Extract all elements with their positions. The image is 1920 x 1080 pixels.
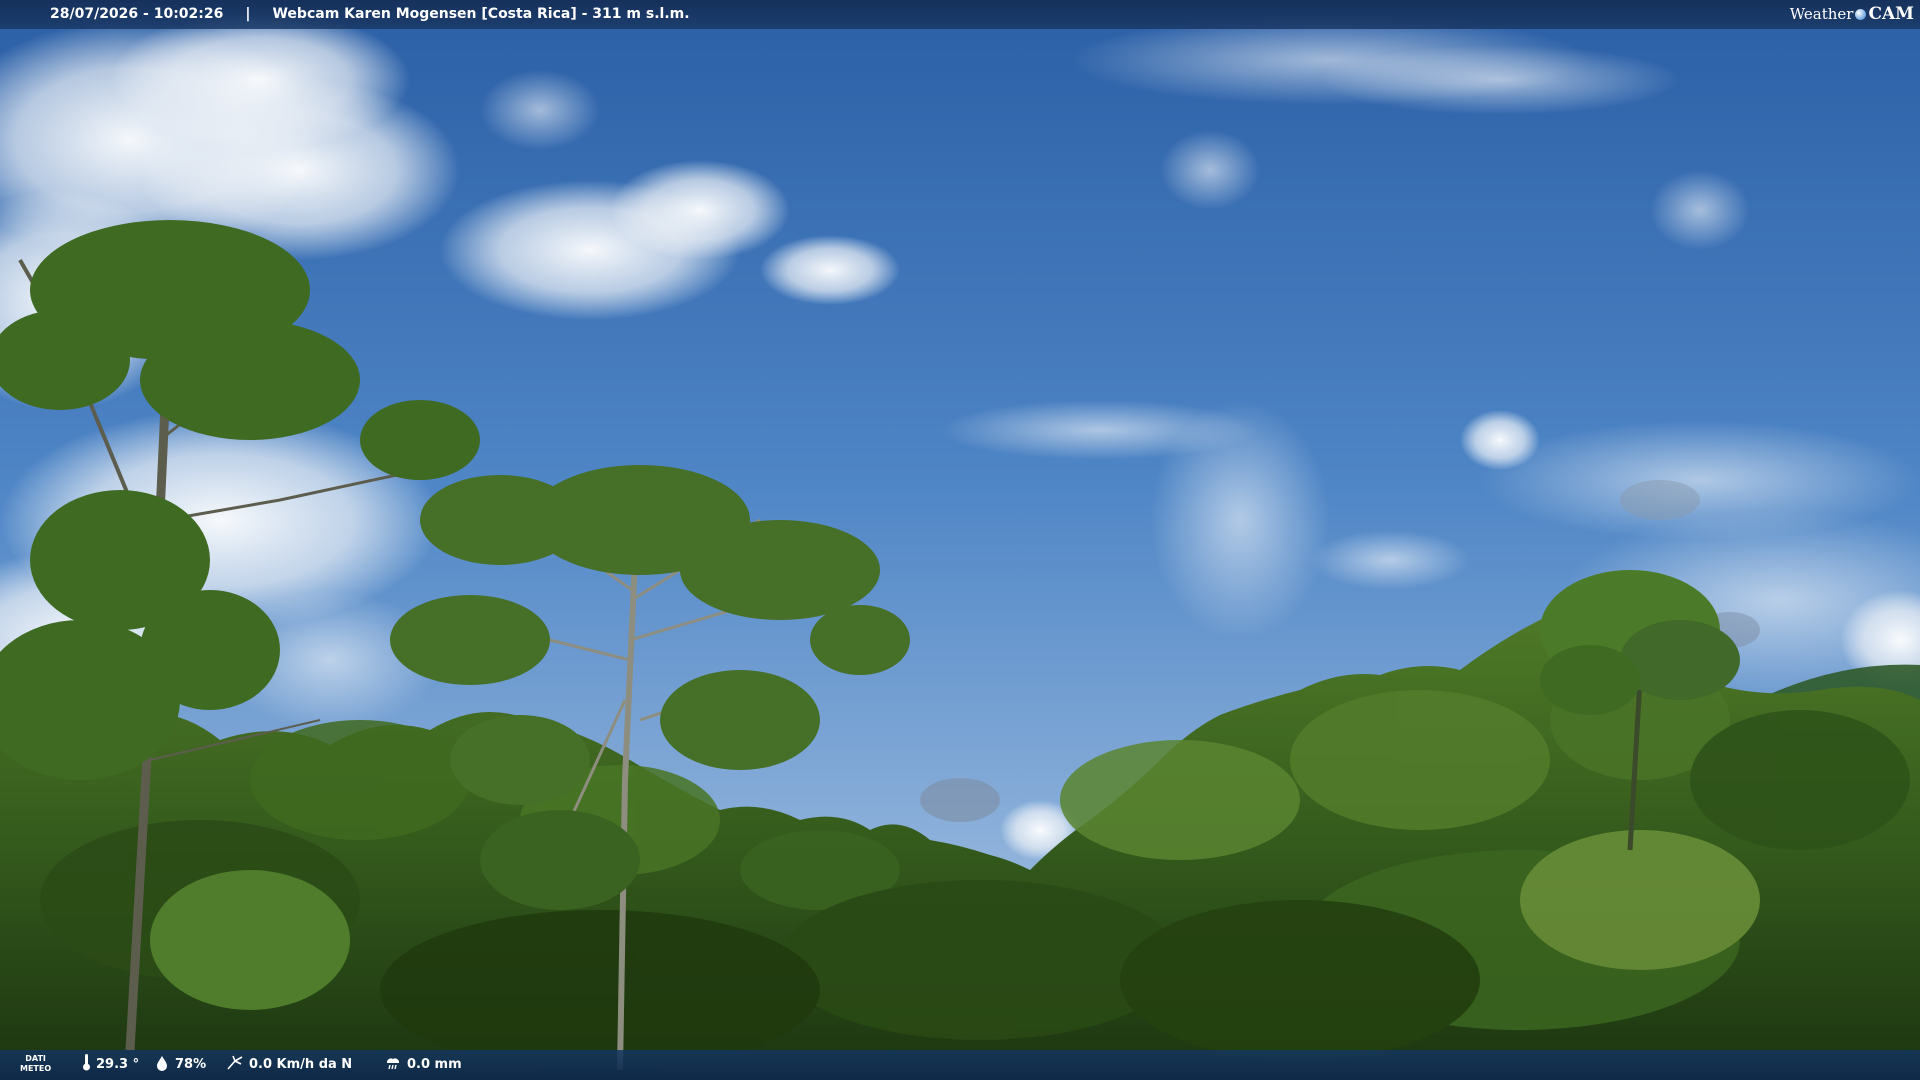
temperature-value: 29.3 °: [96, 1057, 140, 1072]
wind-reading: 0.0 Km/h da N: [226, 1050, 352, 1080]
dati-meteo-label: DATI METEO: [20, 1054, 51, 1074]
top-info-bar: 28/07/2026 - 10:02:26 | Webcam Karen Mogen…: [0, 0, 1920, 29]
label-line1: DATI: [25, 1054, 46, 1063]
thermometer-icon: [83, 1054, 90, 1071]
brand-cam: CAM: [1868, 4, 1914, 24]
humidity-reading: 78%: [154, 1050, 206, 1080]
webcam-scene: [0, 0, 1920, 1080]
weathercam-logo: Weather CAM: [1790, 0, 1914, 29]
rain-cloud-icon: [386, 1058, 400, 1070]
globe-icon: [1855, 9, 1867, 20]
humidity-value: 78%: [175, 1057, 207, 1072]
brand-weather: Weather: [1789, 5, 1854, 23]
rain-value: 0.0 mm: [407, 1057, 462, 1072]
weather-data-bar: DATI METEO 29.3 ° 78% 0.0 Km/h da N 0.0 …: [0, 1050, 1920, 1080]
wind-icon: [227, 1055, 243, 1070]
timestamp: 28/07/2026 - 10:02:26: [50, 6, 224, 22]
separator: |: [245, 6, 251, 22]
landscape-image: [0, 0, 1920, 1080]
rain-reading: 0.0 mm: [384, 1050, 462, 1080]
label-line2: METEO: [20, 1064, 52, 1073]
droplet-icon: [157, 1056, 167, 1071]
wind-value: 0.0 Km/h da N: [249, 1057, 353, 1072]
webcam-caption: Webcam Karen Mogensen [Costa Rica] - 311…: [272, 6, 690, 22]
temperature-reading: 29.3 °: [82, 1050, 139, 1080]
